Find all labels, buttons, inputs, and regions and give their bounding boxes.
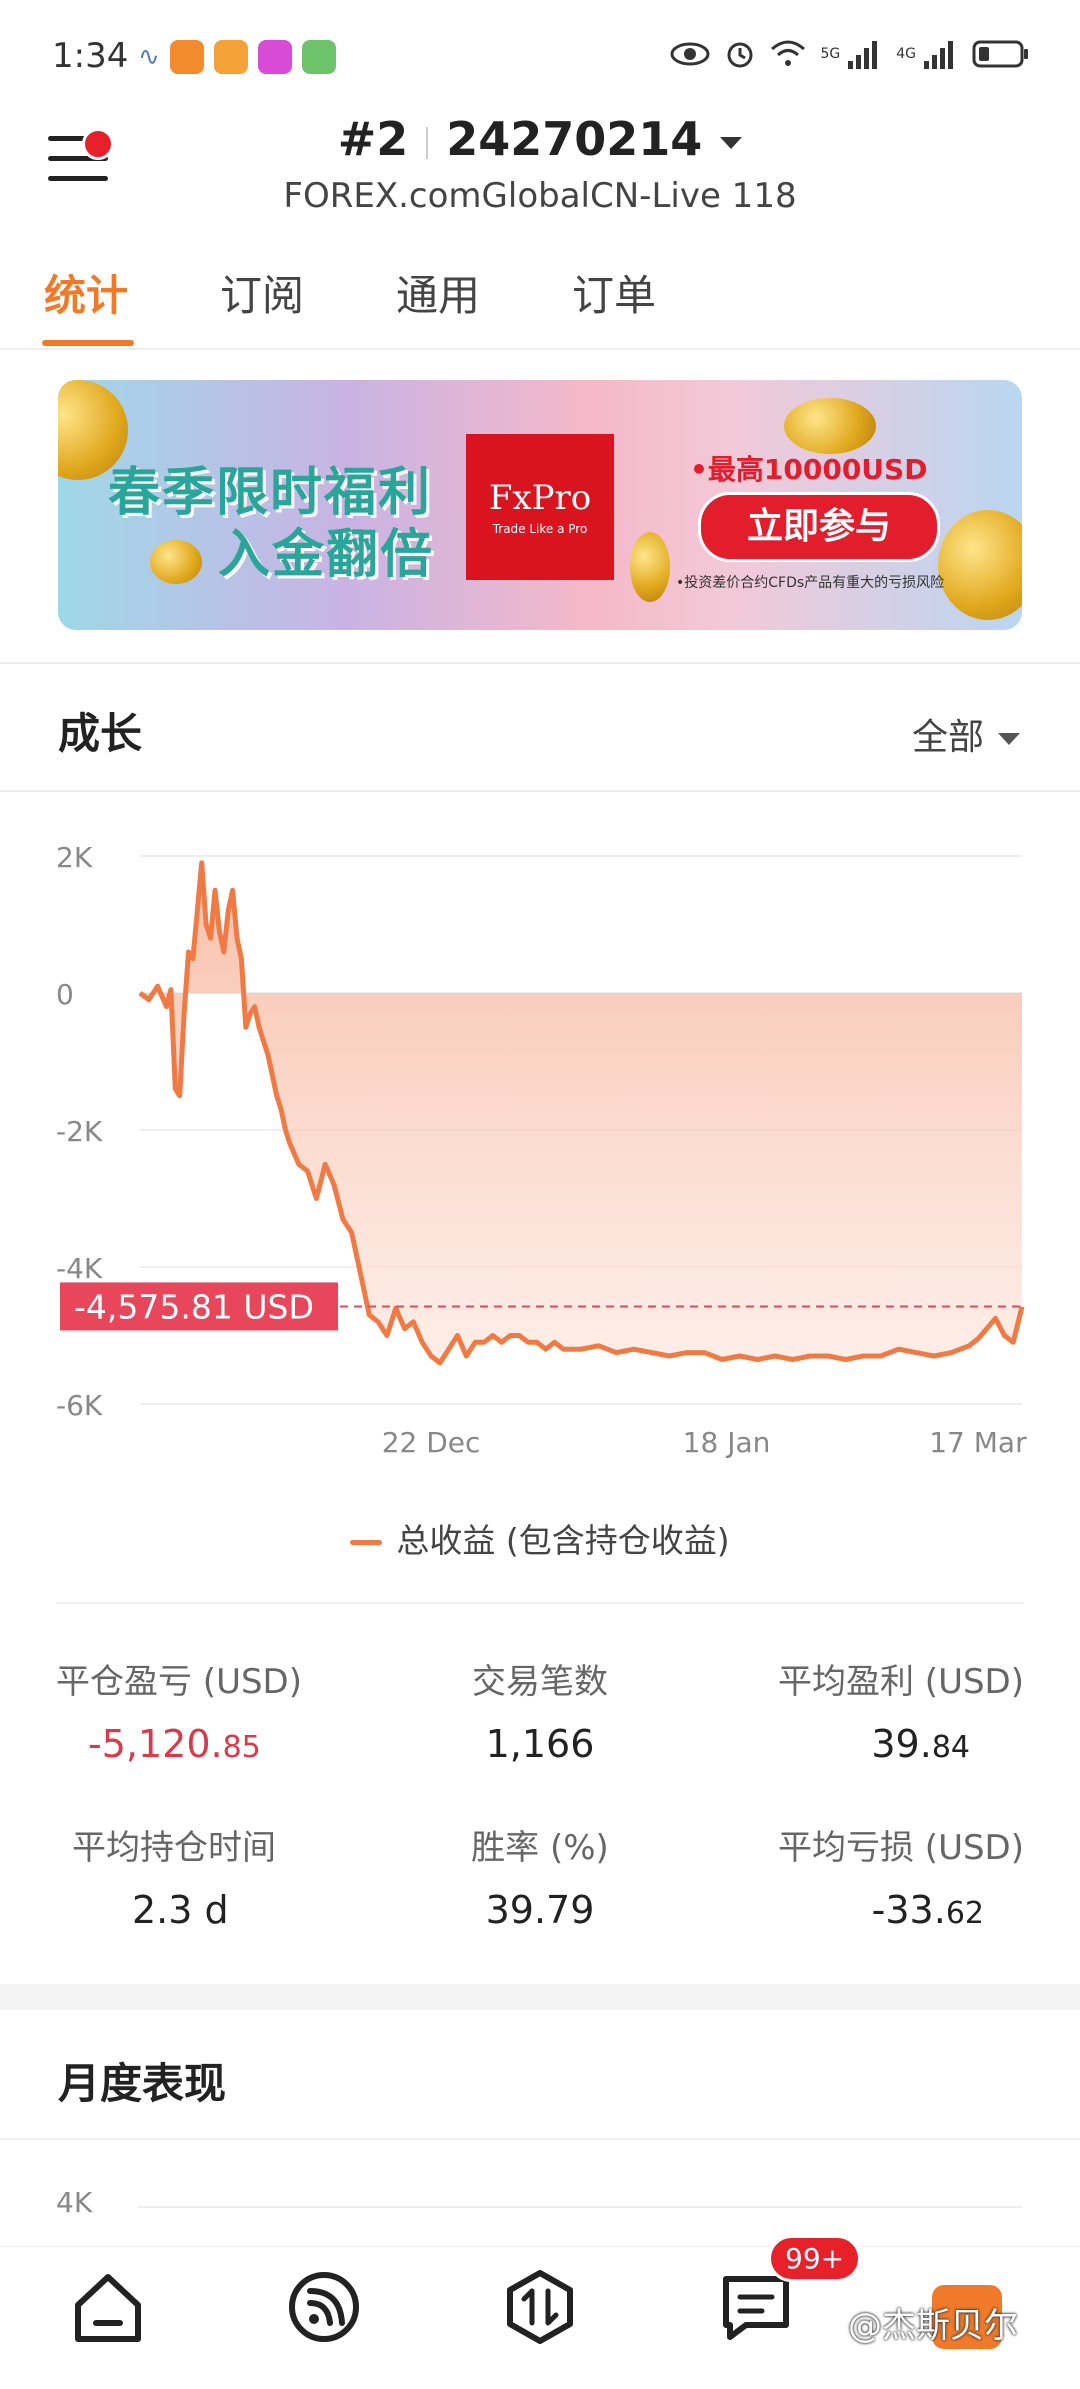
tab-orders[interactable]: 订单 — [572, 262, 656, 323]
network-type-1: 5G — [820, 46, 841, 62]
banner-subheadline: 入金翻倍 — [218, 525, 435, 585]
y-tick-label: -6K — [56, 1389, 103, 1422]
chart-legend: 总收益 (包含持仓收益) — [0, 1514, 1080, 1562]
signal-icon — [848, 41, 878, 69]
win-rate-value: 39.79 — [485, 1888, 595, 1932]
watermark: @杰斯贝尔 — [848, 2306, 1018, 2346]
audio-icon: ∿ — [138, 42, 160, 72]
coin-icon — [150, 540, 202, 584]
win-rate-label: 胜率 (%) — [471, 1828, 609, 1868]
trade-icon[interactable] — [500, 2267, 580, 2347]
feed-icon[interactable] — [284, 2267, 364, 2347]
app-game-icon — [301, 40, 336, 74]
legend-swatch — [350, 1540, 383, 1545]
banner-max-amount: •最高10000USD — [690, 453, 928, 486]
app-heart-icon — [213, 40, 248, 74]
wifi-icon — [771, 40, 806, 66]
monthly-ytick: 4K — [56, 2186, 93, 2219]
signal-icon-2 — [924, 41, 953, 69]
avg-hold-value: 2.3 d — [132, 1888, 229, 1932]
closed-pnl-value: -5,120.85 — [88, 1722, 261, 1766]
join-now-button[interactable]: 立即参与 — [698, 492, 940, 562]
coin-icon — [938, 510, 1022, 620]
alarm-icon — [727, 42, 753, 68]
app-video-icon — [257, 40, 292, 74]
closed-pnl-label: 平仓盈亏 (USD) — [56, 1662, 302, 1702]
avg-loss-label: 平均亏损 (USD) — [778, 1828, 1024, 1868]
status-app-icons: ∿ — [138, 40, 336, 74]
coin-icon — [630, 532, 670, 602]
avg-loss-value: -33.62 — [871, 1888, 984, 1932]
avg-profit-label: 平均盈利 (USD) — [778, 1662, 1024, 1702]
legend-label: 总收益 (包含持仓收益) — [396, 1521, 730, 1560]
y-tick-label: 2K — [56, 841, 93, 874]
risk-disclaimer: •投资差价合约CFDs产品有重大的亏损风险 — [676, 575, 945, 591]
x-tick-label: 17 Mar — [929, 1426, 1027, 1459]
x-tick-label: 18 Jan — [683, 1426, 771, 1459]
growth-chart: -4,575.81 USD 2K 0 -2K -4K -6K 22 Dec 18 Jan 17… — [56, 841, 1027, 1459]
account-server: FOREX.comGlobalCN-Live 118 — [283, 176, 797, 216]
promo-banner[interactable]: 春季限时福利 入金翻倍 FxPro Trade Like a Pro •最高10… — [58, 380, 1022, 630]
status-system-icons: 5G 4G — [670, 38, 1030, 70]
eye-icon — [670, 42, 710, 66]
fxpro-logo: FxPro Trade Like a Pro — [466, 434, 614, 580]
account-index: #2 — [337, 112, 409, 166]
growth-title: 成长 — [58, 709, 143, 758]
monthly-title: 月度表现 — [58, 2059, 227, 2108]
tab-subscribe[interactable]: 订阅 — [220, 262, 304, 323]
avg-profit-value: 39.84 — [871, 1722, 970, 1766]
status-time: 1:34 — [52, 36, 129, 76]
period-filter-dropdown[interactable]: 全部 — [912, 708, 1020, 760]
chevron-down-icon — [720, 136, 743, 149]
trade-count-value: 1,166 — [485, 1722, 595, 1766]
home-icon[interactable] — [68, 2267, 148, 2347]
y-tick-label: -2K — [56, 1115, 103, 1148]
current-value-label: -4,575.81 USD — [74, 1287, 314, 1326]
trade-count-label: 交易笔数 — [472, 1662, 608, 1702]
network-type-2: 4G — [896, 46, 916, 62]
chevron-down-icon — [998, 733, 1020, 745]
y-tick-label: -4K — [56, 1252, 103, 1285]
y-tick-label: 0 — [56, 978, 74, 1011]
avg-hold-label: 平均持仓时间 — [72, 1828, 276, 1868]
tab-indicator — [42, 340, 134, 346]
tab-statistics[interactable]: 统计 — [44, 262, 128, 323]
coin-icon — [784, 398, 876, 454]
tab-bar: 统计 订阅 通用 订单 — [0, 262, 1080, 350]
x-tick-label: 22 Dec — [382, 1426, 481, 1459]
battery-icon — [972, 40, 1028, 68]
message-count-badge: 99+ — [768, 2235, 862, 2282]
app-chart-icon — [169, 40, 204, 74]
account-number: 24270214 — [446, 112, 703, 166]
tab-general[interactable]: 通用 — [396, 262, 480, 323]
section-separator — [0, 1984, 1080, 2010]
period-filter-label: 全部 — [911, 717, 984, 758]
account-selector[interactable]: #2 24270214 — [0, 112, 1080, 166]
